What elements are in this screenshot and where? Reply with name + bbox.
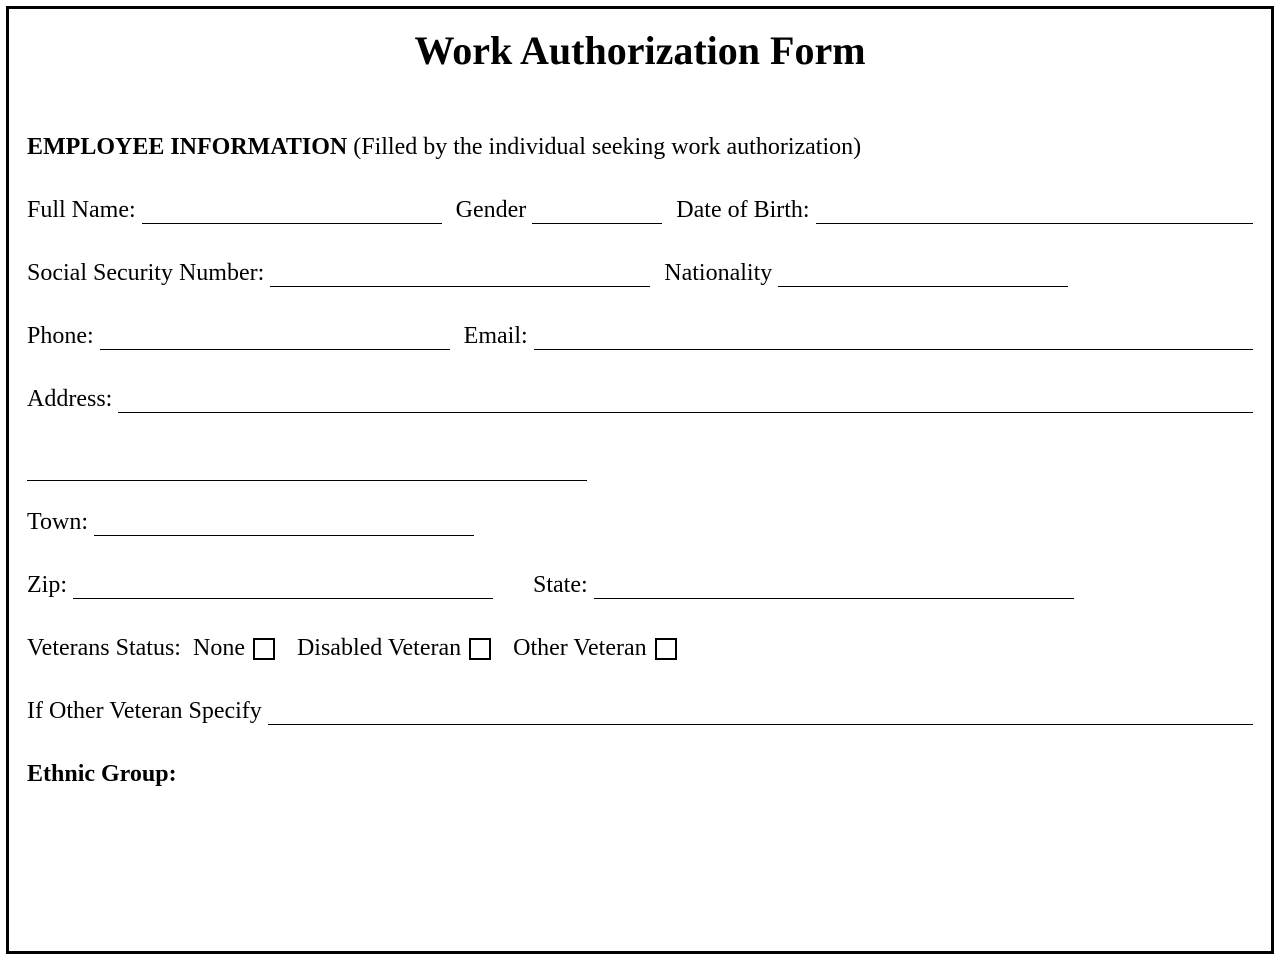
- form-page: Work Authorization Form EMPLOYEE INFORMA…: [6, 6, 1274, 954]
- row-ssn-nationality: Social Security Number: Nationality: [27, 260, 1253, 287]
- input-ssn[interactable]: [270, 263, 650, 287]
- label-dob: Date of Birth:: [676, 197, 809, 224]
- section-heading: EMPLOYEE INFORMATION: [27, 134, 347, 160]
- label-gender: Gender: [456, 197, 527, 224]
- section-subtext: (Filled by the individual seeking work a…: [347, 134, 861, 160]
- input-nationality[interactable]: [778, 263, 1068, 287]
- checkbox-vet-disabled[interactable]: [469, 638, 491, 660]
- checkbox-vet-none[interactable]: [253, 638, 275, 660]
- row-town: Town:: [27, 509, 1253, 536]
- label-nationality: Nationality: [664, 260, 772, 287]
- label-full-name: Full Name:: [27, 197, 136, 224]
- input-state[interactable]: [594, 575, 1074, 599]
- row-veterans-status: Veterans Status: None Disabled Veteran O…: [27, 635, 1253, 662]
- label-vet-disabled: Disabled Veteran: [297, 635, 461, 662]
- input-dob[interactable]: [816, 200, 1253, 224]
- row-address: Address:: [27, 386, 1253, 413]
- label-phone: Phone:: [27, 323, 94, 350]
- label-other-specify: If Other Veteran Specify: [27, 698, 262, 725]
- input-zip[interactable]: [73, 575, 493, 599]
- input-other-specify[interactable]: [268, 701, 1253, 725]
- label-address: Address:: [27, 386, 112, 413]
- row-zip-state: Zip: State:: [27, 572, 1253, 599]
- input-gender[interactable]: [532, 200, 662, 224]
- input-address-1[interactable]: [118, 389, 1253, 413]
- label-state: State:: [533, 572, 588, 599]
- label-ssn: Social Security Number:: [27, 260, 264, 287]
- input-phone[interactable]: [100, 326, 450, 350]
- input-full-name[interactable]: [142, 200, 442, 224]
- row-address-2: [27, 457, 1253, 481]
- input-town[interactable]: [94, 512, 474, 536]
- section-employee-info: EMPLOYEE INFORMATION (Filled by the indi…: [27, 134, 1253, 161]
- checkbox-vet-other[interactable]: [655, 638, 677, 660]
- form-title: Work Authorization Form: [27, 27, 1253, 74]
- row-name-gender-dob: Full Name: Gender Date of Birth:: [27, 197, 1253, 224]
- label-vet-other: Other Veteran: [513, 635, 647, 662]
- label-ethnic-group: Ethnic Group:: [27, 761, 1253, 788]
- input-email[interactable]: [534, 326, 1253, 350]
- label-email: Email:: [464, 323, 528, 350]
- row-other-veteran-specify: If Other Veteran Specify: [27, 698, 1253, 725]
- input-address-2[interactable]: [27, 457, 587, 481]
- label-veterans-status: Veterans Status:: [27, 635, 181, 662]
- label-zip: Zip:: [27, 572, 67, 599]
- row-phone-email: Phone: Email:: [27, 323, 1253, 350]
- label-town: Town:: [27, 509, 88, 536]
- label-vet-none: None: [193, 635, 245, 662]
